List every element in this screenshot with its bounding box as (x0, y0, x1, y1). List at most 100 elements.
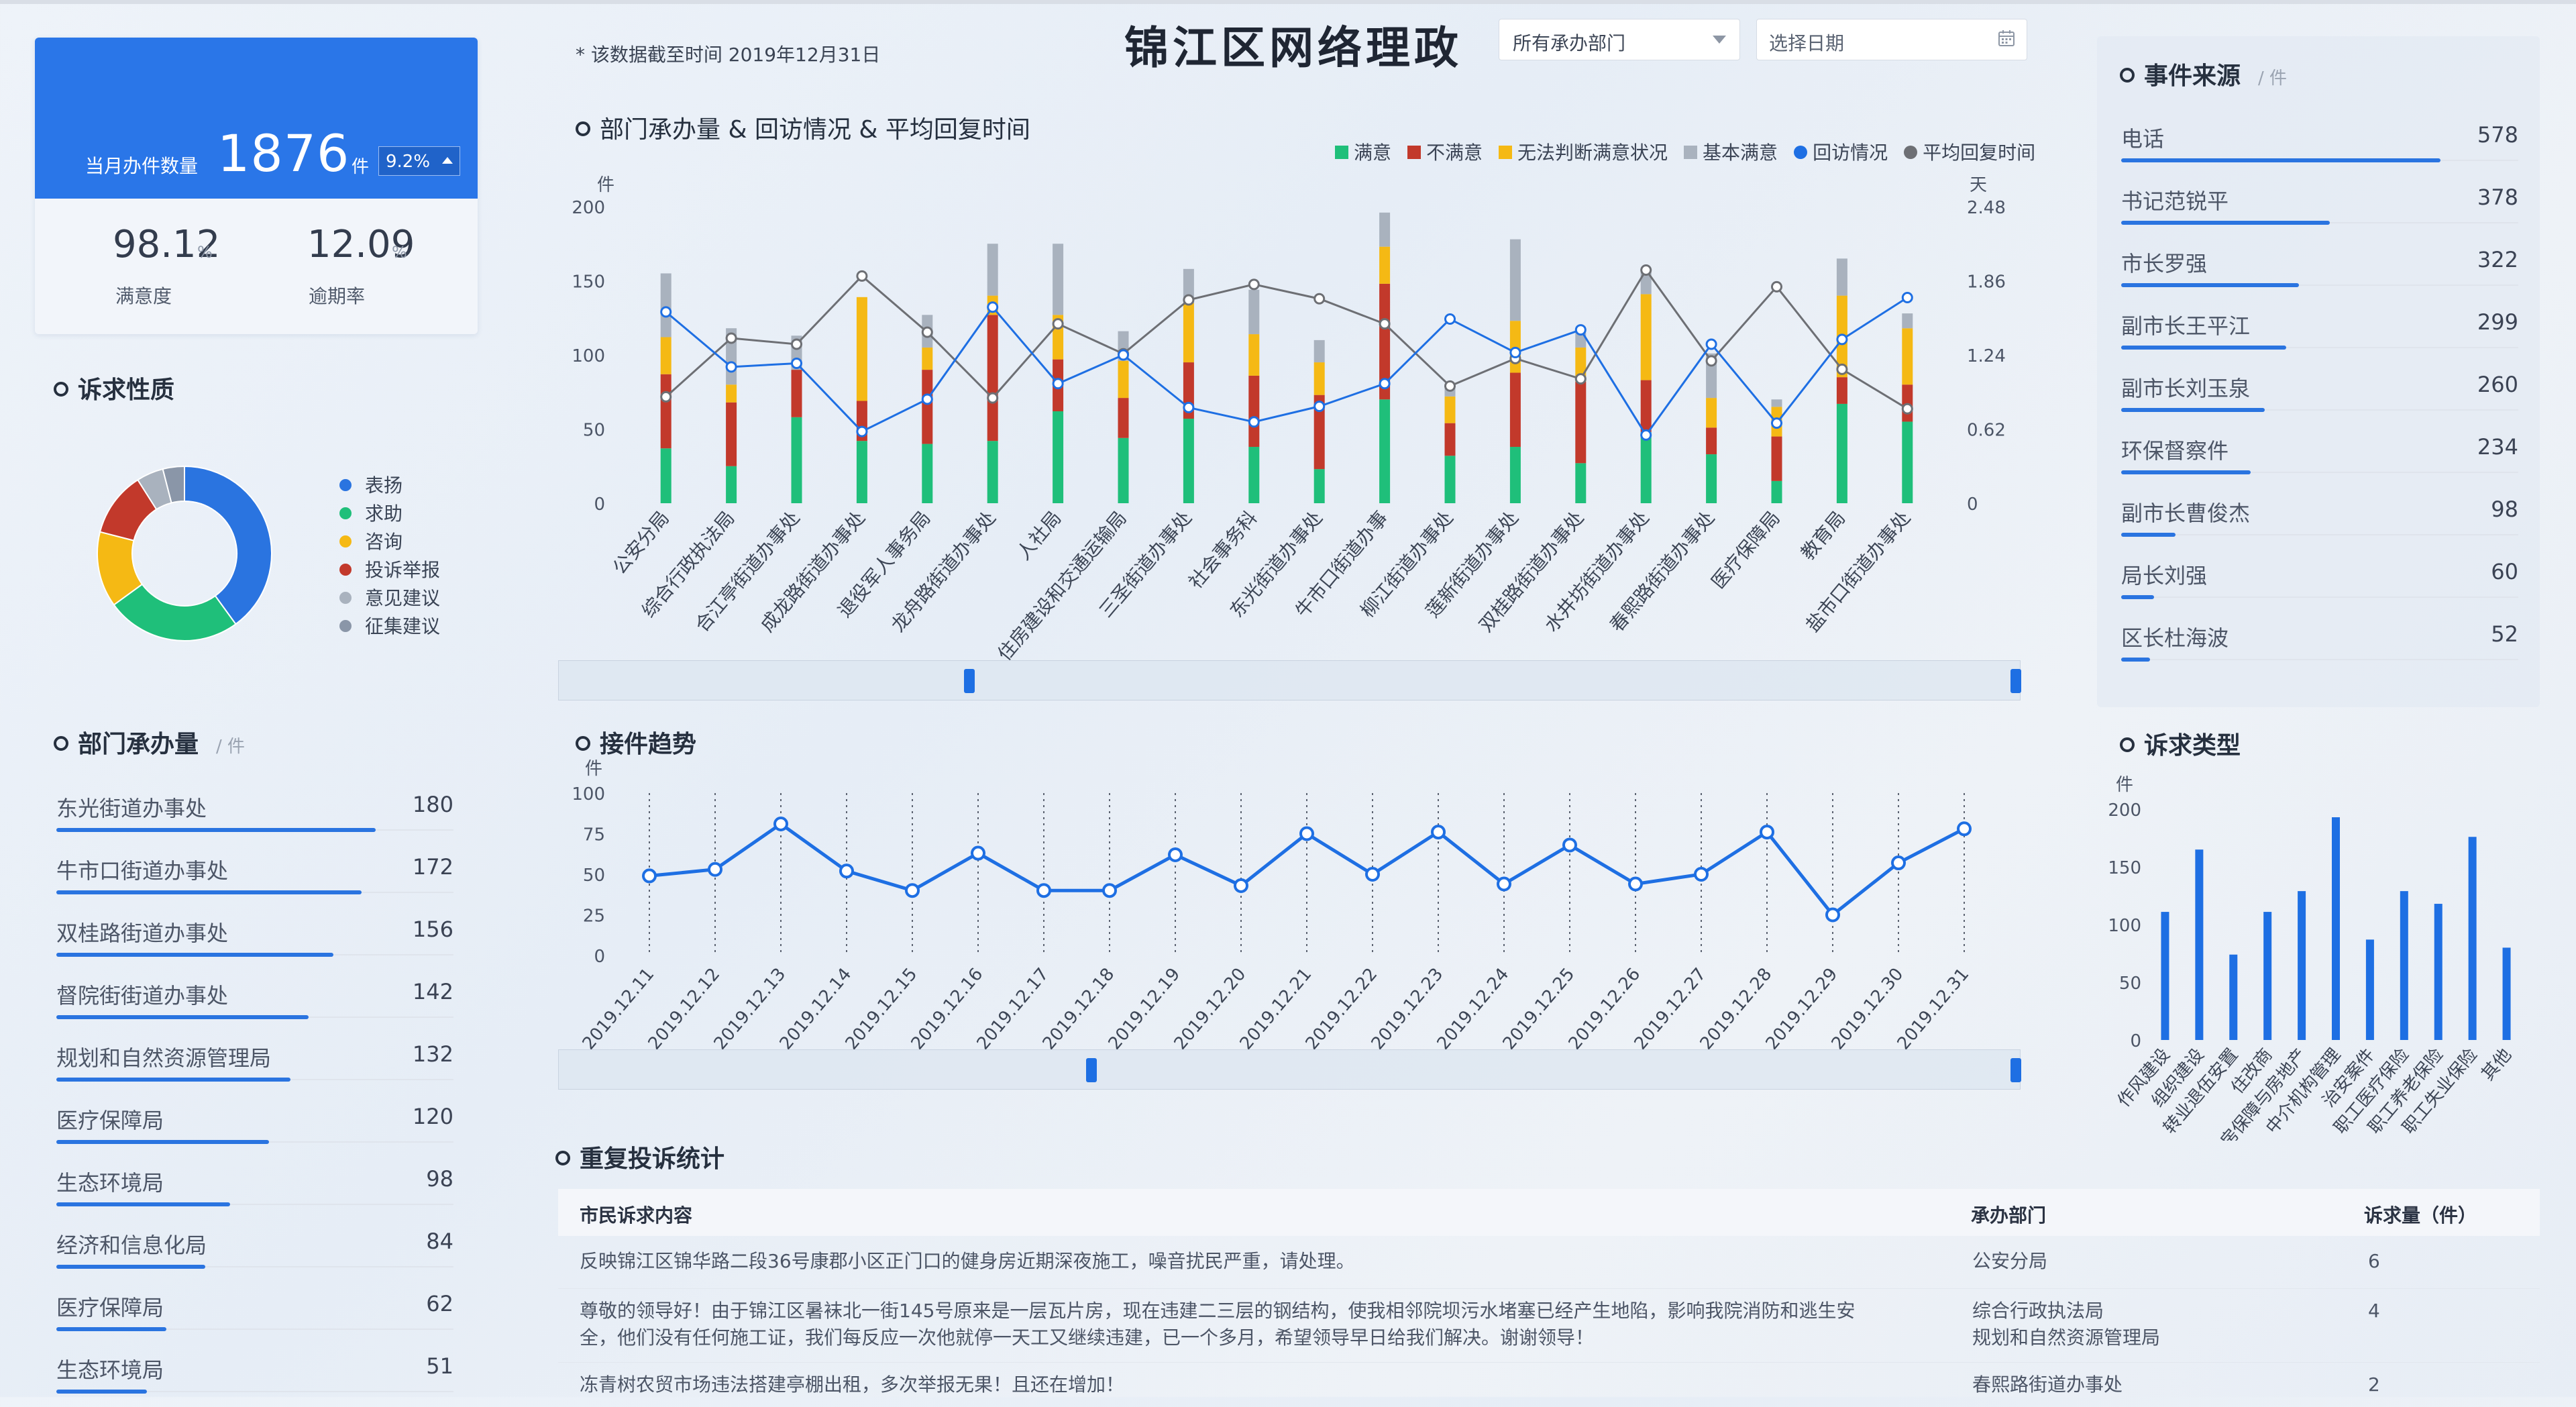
rank-bar-fill (2121, 595, 2154, 599)
stack-bar-segment (1836, 403, 1847, 503)
rank-bar-track (2121, 659, 2518, 660)
y-axis-label: 件 (597, 175, 614, 195)
rank-bar-fill (56, 1140, 269, 1144)
dept-volume-row: 经济和信息化局 84 (56, 1220, 453, 1282)
legend-label: 基本满意 (1703, 142, 1778, 164)
complaint-content-line: 反映锦江区锦华路二段36号康郡小区正门口的健身房近期深夜施工，噪音扰民严重，请处… (580, 1250, 1355, 1272)
legend-item: 表扬 (339, 471, 402, 498)
y-tick-label: 150 (572, 272, 605, 293)
rank-item-value: 84 (426, 1229, 453, 1254)
trend-point (1497, 876, 1511, 892)
stack-bar-segment (1836, 377, 1847, 404)
revisit-point (1836, 333, 1848, 346)
dept-volume-row: 规划和自然资源管理局 132 (56, 1033, 453, 1095)
dept-chart-zoom-slider[interactable] (558, 660, 2021, 700)
trend-point (642, 868, 657, 884)
stack-bar-segment (987, 244, 998, 296)
slider-handle-left[interactable] (964, 669, 975, 693)
revisit-point (1052, 378, 1064, 390)
slider-handle-right[interactable] (2010, 1058, 2021, 1082)
rank-item-name: 督院街街道办事处 (56, 983, 229, 1008)
monthly-change-value: 9.2% (386, 152, 431, 172)
legend-swatch-icon (1684, 146, 1698, 159)
date-picker[interactable]: 选择日期 (1756, 19, 2027, 60)
stack-bar-segment (1706, 398, 1717, 428)
complaint-dept: 公安分局 (1972, 1248, 2047, 1275)
y2-tick-label: 0.62 (1967, 421, 2006, 441)
revisit-point (725, 361, 737, 373)
rank-item-name: 市长罗强 (2121, 251, 2208, 276)
dept-volume-row: 医疗保障局 62 (56, 1283, 453, 1345)
legend-item: 意见建议 (339, 584, 440, 611)
dept-volume-unit: / 件 (216, 737, 246, 757)
legend-label: 求助 (365, 503, 403, 525)
stack-bar-segment (1509, 372, 1521, 448)
appeal-type-bar (2400, 891, 2408, 1040)
dept-select[interactable]: 所有承办部门 (1499, 19, 1740, 60)
revisit-point (856, 425, 868, 437)
appeal-type-bar (2365, 939, 2374, 1040)
trend-chart-zoom-slider[interactable] (558, 1049, 2021, 1090)
y-tick-label: 200 (572, 198, 605, 218)
stack-bar-segment (726, 402, 737, 466)
stack-bar-segment (1771, 399, 1782, 407)
appeal-type-chart: 件050100150200作风建设组织建设转业退伍安置住改商住房保障与房地产中介… (2108, 775, 2516, 1141)
complaint-dept-line: 公安分局 (1972, 1250, 2048, 1272)
legend-item: 咨询 (339, 527, 402, 554)
event-source-row: 局长刘强 60 (2121, 551, 2518, 613)
event-source-row: 副市长曹俊杰 98 (2121, 488, 2518, 550)
legend-dot-icon (339, 592, 352, 604)
dept-volume-row: 督院街街道办事处 142 (56, 971, 453, 1033)
appeal-type-bar (2263, 912, 2272, 1040)
trend-point (1562, 837, 1577, 853)
rank-item-value: 51 (426, 1353, 453, 1379)
stack-bar-segment (1640, 294, 1652, 380)
stack-bar-segment (1509, 239, 1521, 321)
trend-point (1102, 883, 1117, 898)
section-bullet-icon (54, 736, 68, 751)
legend-item: 回访情况 (1794, 142, 1888, 164)
y2-axis-label: 天 (1970, 175, 1987, 195)
complaint-dept: 综合行政执法局 规划和自然资源管理局 (1972, 1298, 2160, 1351)
revisit-point (791, 357, 802, 369)
stack-bar-segment (856, 297, 867, 401)
stack-bar-segment (1902, 421, 1913, 503)
x-tick-label: 医疗保障局 (1707, 507, 1784, 592)
y-tick-label: 50 (583, 866, 605, 886)
stack-bar-segment (922, 347, 933, 370)
rank-item-value: 180 (412, 792, 453, 817)
y-tick-label: 50 (2119, 974, 2141, 994)
revisit-point (1118, 349, 1129, 361)
dept-chart-title: 部门承办量 & 回访情况 & 平均回复时间 (576, 110, 1030, 145)
trend-point (773, 816, 788, 831)
monthly-volume-unit: 件 (352, 157, 370, 177)
trend-point (1891, 855, 1906, 871)
legend-swatch-icon (1499, 146, 1513, 159)
revisit-point (1313, 401, 1326, 413)
appeal-type-bar (2298, 891, 2306, 1040)
legend-swatch-icon (1335, 146, 1348, 159)
rank-item-name: 副市长曹俊杰 (2121, 501, 2251, 526)
stack-bar-segment (1248, 334, 1260, 376)
x-tick-label: 住房建设和交通运输局 (994, 507, 1131, 664)
dept-volume-title: 部门承办量 / 件 (54, 725, 245, 760)
stack-bar-segment (1575, 463, 1587, 503)
appeal-type-bar (2195, 849, 2204, 1040)
stack-bar-segment (1379, 399, 1391, 503)
revisit-point (1183, 401, 1195, 413)
slider-handle-right[interactable] (2010, 669, 2021, 693)
event-source-row: 市长罗强 322 (2121, 239, 2518, 301)
legend-label: 平均回复时间 (1923, 142, 2036, 164)
slider-handle-left[interactable] (1086, 1058, 1097, 1082)
complaint-dept-line: 春熙路街道办事处 (1972, 1373, 2123, 1396)
calendar-icon (1998, 30, 2015, 46)
revisit-point (1771, 417, 1782, 429)
y-axis-label: 件 (2116, 775, 2133, 795)
legend-label: 表扬 (365, 474, 403, 497)
y2-tick-label: 2.48 (1967, 198, 2006, 218)
revisit-point (987, 301, 999, 313)
y2-tick-label: 0 (1967, 494, 1978, 515)
avg-reply-time-line (665, 268, 1909, 410)
stack-bar-segment (660, 374, 672, 449)
rank-item-name: 环保督察件 (2121, 438, 2229, 464)
